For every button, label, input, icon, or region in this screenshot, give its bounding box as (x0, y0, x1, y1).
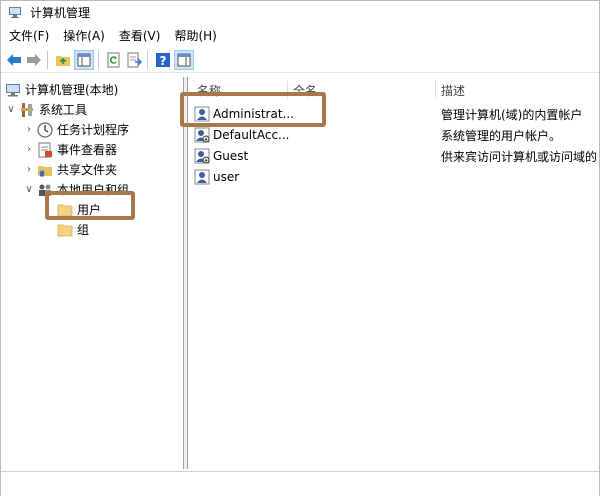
toolbar-separator (47, 51, 48, 69)
column-divider[interactable] (435, 81, 436, 99)
menu-action[interactable]: 操作(A) (55, 27, 111, 44)
status-bar (1, 471, 599, 496)
user-description: 管理计算机(域)的内置帐户 (441, 107, 583, 122)
tree-item-root[interactable]: 计算机管理(本地) (5, 80, 118, 99)
menu-file[interactable]: 文件(F) (1, 27, 55, 44)
tree-item-label: 事件查看器 (57, 143, 118, 157)
toolbar-separator (147, 51, 148, 69)
back-icon[interactable] (5, 51, 23, 69)
tree-item-label: 任务计划程序 (57, 123, 130, 137)
window-title: 计算机管理 (30, 5, 91, 20)
chevron-down-icon[interactable]: ∨ (23, 184, 35, 195)
tree-item-users[interactable]: 用户 (57, 200, 101, 219)
menu-view[interactable]: 查看(V) (111, 27, 167, 44)
tree-item-label: 本地用户和组 (57, 183, 130, 197)
table-row[interactable]: DefaultAcc... 系统管理的用户帐户。 (189, 125, 599, 145)
disabled-user-account-icon (194, 127, 210, 143)
table-row[interactable]: Guest 供来宾访问计算机或访问域的 (189, 146, 599, 166)
tree-item-label: 计算机管理(本地) (25, 83, 119, 97)
folder-icon (57, 222, 73, 238)
user-list-view: 名称 全名 描述 Administrat... 管理计算机(域)的内置帐户 De… (189, 77, 599, 469)
user-name: user (213, 170, 240, 184)
help-icon[interactable]: ? (154, 51, 172, 69)
computer-management-app-icon (8, 5, 22, 19)
tree-item-label: 组 (77, 223, 90, 237)
chevron-right-icon[interactable]: › (23, 164, 35, 175)
show-tree-icon[interactable] (74, 50, 94, 70)
chevron-right-icon[interactable]: › (23, 144, 35, 155)
svg-text:?: ? (160, 54, 167, 68)
user-name: Guest (213, 149, 249, 163)
user-name: DefaultAcc... (213, 128, 290, 142)
column-divider[interactable] (287, 81, 288, 99)
forward-icon[interactable] (25, 51, 43, 69)
export-list-icon[interactable] (125, 51, 143, 69)
tree-item-label: 用户 (77, 203, 102, 217)
properties-icon[interactable] (174, 50, 194, 70)
shared-folder-icon (37, 162, 53, 178)
tree-item-groups[interactable]: 组 (57, 220, 89, 239)
toolbar-separator (98, 51, 99, 69)
table-row[interactable]: user (189, 167, 599, 187)
tree-item-task-scheduler[interactable]: › 任务计划程序 (23, 120, 129, 139)
title-bar: 计算机管理 (1, 1, 599, 23)
tree-item-label: 系统工具 (39, 103, 88, 117)
tree-item-label: 共享文件夹 (57, 163, 118, 177)
column-header-description[interactable]: 描述 (441, 81, 465, 99)
menu-help[interactable]: 帮助(H) (166, 27, 222, 44)
tree-item-system-tools[interactable]: ∨ 系统工具 (5, 100, 87, 119)
folder-icon (57, 202, 73, 218)
tree-item-event-viewer[interactable]: › 事件查看器 (23, 140, 117, 159)
column-header-fullname[interactable]: 全名 (293, 81, 317, 99)
menu-bar: 文件(F) 操作(A) 查看(V) 帮助(H) (1, 25, 599, 45)
column-header-name[interactable]: 名称 (197, 81, 221, 99)
pane-splitter[interactable] (184, 77, 188, 469)
refresh-icon[interactable] (105, 51, 123, 69)
clock-icon (37, 121, 53, 138)
chevron-down-icon[interactable]: ∨ (5, 104, 17, 115)
user-account-icon (194, 106, 210, 122)
tree-item-local-users-groups[interactable]: ∨ 本地用户和组 (23, 180, 129, 199)
chevron-right-icon[interactable]: › (23, 124, 35, 135)
computer-management-window: 计算机管理 文件(F) 操作(A) 查看(V) 帮助(H) ? 计算机管理(本地… (0, 0, 600, 496)
computer-management-icon (5, 82, 21, 98)
navigation-tree: 计算机管理(本地) ∨ 系统工具 › 任务计划程序 › 事件查看器 › 共享文件… (1, 77, 184, 469)
table-row[interactable]: Administrat... 管理计算机(域)的内置帐户 (189, 104, 599, 124)
disabled-user-account-icon (194, 148, 210, 164)
local-users-groups-icon (37, 182, 53, 198)
user-name: Administrat... (213, 107, 294, 121)
tree-item-shared-folders[interactable]: › 共享文件夹 (23, 160, 117, 179)
event-viewer-icon (37, 142, 53, 158)
user-account-icon (194, 169, 210, 185)
up-folder-icon[interactable] (54, 51, 72, 69)
system-tools-icon (19, 102, 35, 118)
toolbar: ? (1, 48, 599, 73)
user-description: 供来宾访问计算机或访问域的 (441, 149, 598, 164)
user-description: 系统管理的用户帐户。 (441, 128, 562, 143)
